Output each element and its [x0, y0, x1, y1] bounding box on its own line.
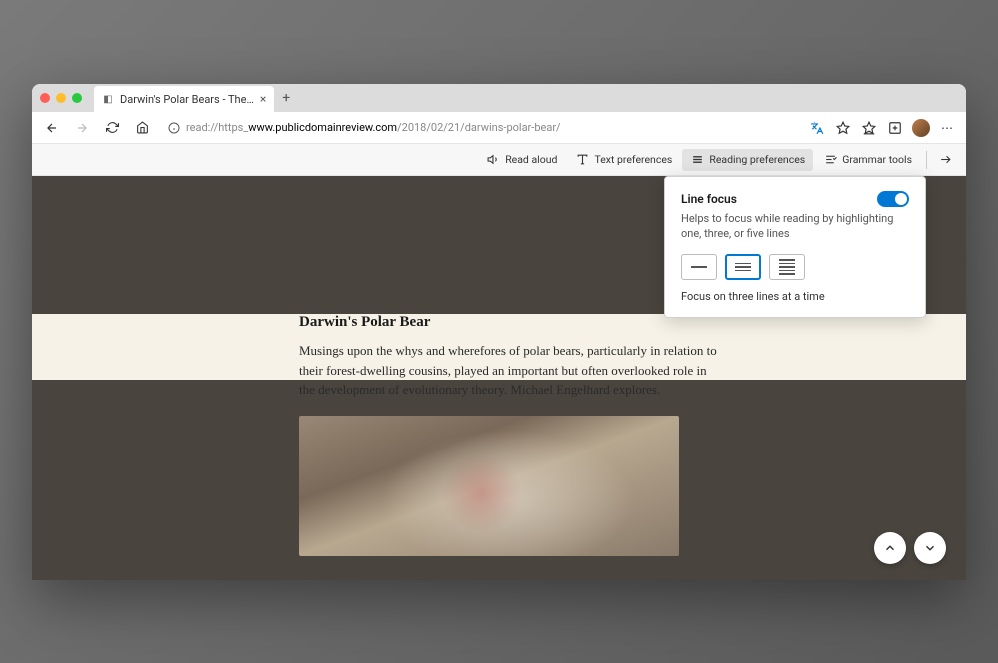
popup-title: Line focus	[681, 192, 737, 206]
new-tab-button[interactable]: +	[274, 90, 298, 106]
reading-preferences-button[interactable]: Reading preferences	[682, 149, 813, 171]
grammar-tools-button[interactable]: Grammar tools	[815, 149, 920, 171]
lines-icon	[690, 153, 704, 167]
article-image	[299, 416, 679, 556]
favorite-icon[interactable]	[832, 117, 854, 139]
three-line-option[interactable]	[725, 254, 761, 280]
grammar-icon	[823, 153, 837, 167]
toolbar-label: Grammar tools	[842, 153, 912, 166]
five-line-option[interactable]	[769, 254, 805, 280]
popup-caption: Focus on three lines at a time	[681, 290, 909, 303]
navbar-actions: ⋯	[806, 117, 958, 139]
menu-icon[interactable]: ⋯	[936, 117, 958, 139]
browser-tab[interactable]: ◧ Darwin's Polar Bears - The… ×	[94, 86, 274, 112]
close-tab-button[interactable]: ×	[260, 92, 266, 106]
favorites-list-icon[interactable]	[858, 117, 880, 139]
focus-down-button[interactable]	[914, 532, 946, 564]
nav-bar: read://https_www.publicdomainreview.com/…	[32, 112, 966, 144]
forward-button[interactable]	[70, 116, 94, 140]
back-button[interactable]	[40, 116, 64, 140]
focus-nav-buttons	[874, 532, 946, 564]
popup-description: Helps to focus while reading by highligh…	[681, 211, 909, 242]
toolbar-label: Text preferences	[594, 153, 672, 166]
divider	[926, 151, 927, 169]
one-line-option[interactable]	[681, 254, 717, 280]
tab-title: Darwin's Polar Bears - The…	[120, 93, 254, 106]
profile-avatar[interactable]	[910, 117, 932, 139]
article-title: Darwin's Polar Bear	[299, 314, 719, 331]
speaker-icon	[486, 153, 500, 167]
home-button[interactable]	[130, 116, 154, 140]
maximize-window-button[interactable]	[72, 93, 82, 103]
article-body: Musings upon the whys and wherefores of …	[299, 341, 719, 400]
line-focus-toggle[interactable]	[877, 191, 909, 207]
favicon-icon: ◧	[102, 93, 114, 105]
text-preferences-button[interactable]: Text preferences	[567, 149, 680, 171]
reading-preferences-popup: Line focus Helps to focus while reading …	[664, 176, 926, 318]
refresh-button[interactable]	[100, 116, 124, 140]
tab-bar: ◧ Darwin's Polar Bears - The… × +	[32, 84, 966, 112]
toolbar-label: Read aloud	[505, 153, 557, 166]
address-bar[interactable]: read://https_www.publicdomainreview.com/…	[160, 121, 800, 134]
translate-icon[interactable]	[806, 117, 828, 139]
line-focus-options	[681, 254, 909, 280]
close-window-button[interactable]	[40, 93, 50, 103]
reader-toolbar: Read aloud Text preferences Reading pref…	[32, 144, 966, 176]
window-controls	[40, 93, 82, 103]
pin-toolbar-button[interactable]	[933, 149, 958, 170]
site-info-icon[interactable]	[168, 122, 180, 134]
focus-up-button[interactable]	[874, 532, 906, 564]
toolbar-label: Reading preferences	[709, 153, 805, 166]
text-icon	[575, 153, 589, 167]
minimize-window-button[interactable]	[56, 93, 66, 103]
collections-icon[interactable]	[884, 117, 906, 139]
url-text: read://https_www.publicdomainreview.com/…	[186, 121, 561, 134]
read-aloud-button[interactable]: Read aloud	[478, 149, 565, 171]
browser-window: ◧ Darwin's Polar Bears - The… × + read:/…	[32, 84, 966, 580]
